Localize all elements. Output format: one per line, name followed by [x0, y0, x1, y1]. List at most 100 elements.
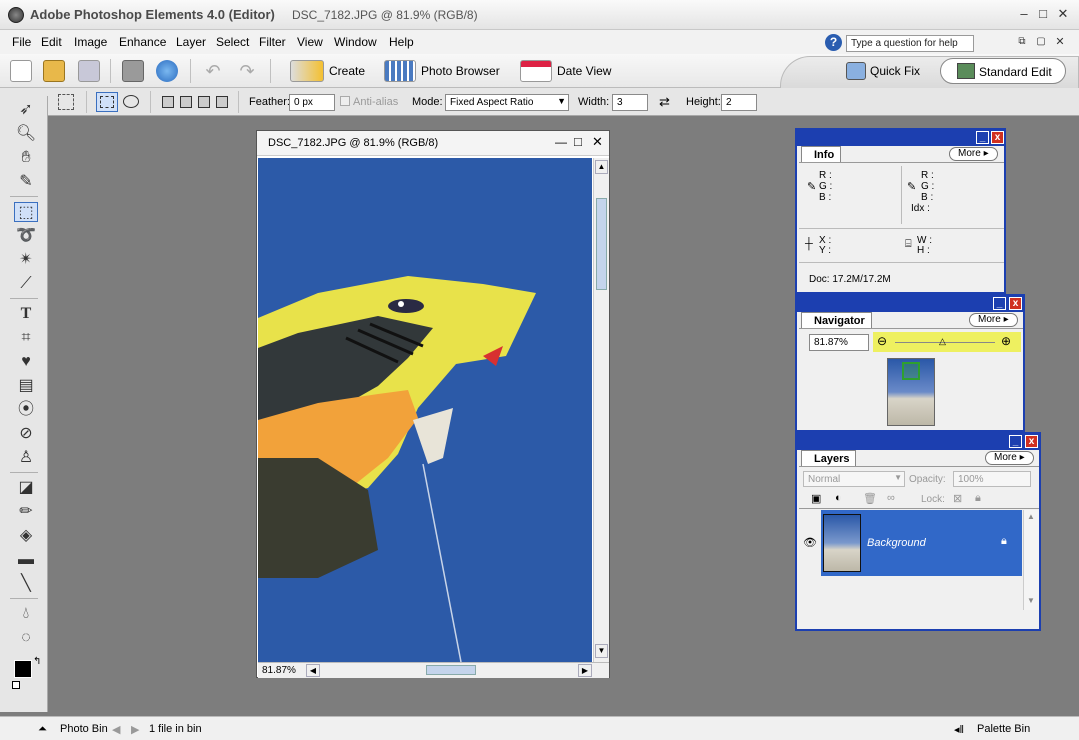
new-selection-icon[interactable] [162, 96, 174, 108]
subtract-selection-icon[interactable] [198, 96, 210, 108]
menu-window[interactable]: Window [334, 35, 377, 49]
panel-minimize-icon[interactable]: _ [976, 131, 989, 144]
standard-edit-tab[interactable]: Standard Edit [940, 58, 1066, 84]
intersect-selection-icon[interactable] [216, 96, 228, 108]
quick-fix-icon[interactable] [846, 62, 866, 80]
selection-brush-tool-icon[interactable]: ⟋ [14, 274, 38, 294]
help-search-input[interactable]: Type a question for help [846, 35, 974, 52]
menu-filter[interactable]: Filter [259, 35, 286, 49]
horizontal-scroll-thumb[interactable] [426, 665, 476, 675]
help-icon[interactable]: ? [825, 34, 842, 51]
zoom-readout[interactable]: 81.87% [262, 665, 296, 676]
lock-transparency-icon[interactable]: ⊠ [953, 492, 962, 505]
swap-colors-icon[interactable]: ↰ [33, 656, 41, 667]
trash-icon[interactable]: 🗑︎ [863, 492, 877, 505]
layers-more-button[interactable]: More ▸ [985, 451, 1034, 465]
navigator-more-button[interactable]: More ▸ [969, 313, 1018, 327]
foreground-color-swatch[interactable] [14, 660, 32, 678]
info-tab[interactable]: Info [801, 146, 842, 163]
image-canvas[interactable] [258, 158, 592, 662]
menu-help[interactable]: Help [389, 35, 414, 49]
default-colors-icon[interactable] [12, 681, 20, 689]
scroll-down-icon[interactable]: ▼ [595, 644, 608, 658]
swap-icon[interactable]: ⇄ [659, 94, 670, 110]
panel-close-icon[interactable]: x [1025, 435, 1038, 448]
eye-icon[interactable]: 👁︎ [803, 536, 817, 549]
red-eye-tool-icon[interactable]: ♥ [14, 352, 38, 372]
clone-stamp-tool-icon[interactable]: ♙ [14, 448, 38, 468]
doc-close-icon[interactable]: ✕ [1052, 34, 1068, 50]
panel-close-icon[interactable]: x [991, 131, 1004, 144]
open-folder-icon[interactable] [43, 60, 65, 82]
zoom-slider-thumb[interactable]: △ [939, 336, 946, 347]
palette-bin-toggle-icon[interactable]: ◂‖ [954, 723, 964, 736]
pencil-tool-icon[interactable]: ✏ [14, 502, 38, 522]
height-input[interactable]: 2 [721, 94, 757, 111]
line-tool-icon[interactable]: ╲ [14, 574, 38, 594]
blur-tool-icon[interactable]: 💧︎ [14, 604, 38, 624]
menu-enhance[interactable]: Enhance [119, 35, 166, 49]
panel-minimize-icon[interactable]: _ [993, 297, 1006, 310]
add-selection-icon[interactable] [180, 96, 192, 108]
cookie-cutter-tool-icon[interactable]: ▤ [14, 376, 38, 396]
gradient-tool-icon[interactable]: ▬ [14, 550, 38, 570]
info-more-button[interactable]: More ▸ [949, 147, 998, 161]
save-icon[interactable] [78, 60, 100, 82]
scroll-left-icon[interactable]: ◀ [306, 664, 320, 677]
redo-icon[interactable]: ↷ [236, 60, 258, 82]
menu-layer[interactable]: Layer [176, 35, 206, 49]
share-email-icon[interactable] [156, 60, 178, 82]
palette-bin-label[interactable]: Palette Bin [977, 723, 1030, 735]
bin-next-icon[interactable]: ▶ [131, 723, 139, 736]
date-view-icon[interactable] [520, 60, 552, 82]
doc-maximize-icon[interactable]: □ [574, 134, 582, 149]
lasso-tool-icon[interactable]: ➰ [14, 226, 38, 246]
magic-wand-tool-icon[interactable]: ✴ [14, 250, 38, 270]
scroll-down-icon[interactable]: ▼ [1027, 596, 1035, 605]
eraser-tool-icon[interactable]: ◪ [14, 478, 38, 498]
crop-tool-icon[interactable]: ⌗ [14, 328, 38, 348]
move-tool-icon[interactable]: ➶ [14, 100, 38, 120]
photo-browser-button[interactable]: Photo Browser [421, 64, 500, 78]
photo-bin-toggle-icon[interactable]: ⏶ [38, 723, 47, 736]
rect-marquee-tool-icon[interactable]: ⬚ [14, 202, 38, 222]
straighten-tool-icon[interactable]: ⦿ [14, 400, 38, 420]
panel-close-icon[interactable]: x [1009, 297, 1022, 310]
doc-restore-icon[interactable]: ⧉ [1014, 34, 1030, 50]
blend-mode-select[interactable]: Normal ▼ [803, 471, 905, 487]
vertical-scroll-thumb[interactable] [596, 198, 607, 290]
new-file-icon[interactable] [10, 60, 32, 82]
menu-view[interactable]: View [297, 35, 323, 49]
doc-close-icon[interactable]: ✕ [592, 134, 603, 150]
scroll-right-icon[interactable]: ▶ [578, 664, 592, 677]
width-input[interactable]: 3 [612, 94, 648, 111]
panel-minimize-icon[interactable]: _ [1009, 435, 1022, 448]
mode-select[interactable]: Fixed Aspect Ratio ▼ [445, 94, 569, 111]
scroll-up-icon[interactable]: ▲ [1027, 512, 1035, 521]
sponge-tool-icon[interactable]: ◌ [14, 628, 38, 648]
lock-all-icon[interactable]: 🔒︎ [975, 492, 981, 505]
navigator-thumbnail[interactable] [887, 358, 935, 426]
zoom-tool-icon[interactable]: 🔍︎ [14, 124, 38, 144]
layers-tab[interactable]: Layers [801, 450, 857, 467]
vertical-scrollbar[interactable]: ▲ ▼ [593, 158, 609, 662]
quick-fix-tab[interactable]: Quick Fix [870, 64, 920, 78]
navigator-zoom-input[interactable]: 81.87% [809, 334, 869, 351]
scroll-up-icon[interactable]: ▲ [595, 160, 608, 174]
date-view-button[interactable]: Date View [557, 64, 611, 78]
paint-bucket-tool-icon[interactable]: ◈ [14, 526, 38, 546]
navigator-view-box[interactable] [902, 362, 920, 380]
doc-minimize-icon[interactable]: — [555, 135, 567, 149]
close-icon[interactable]: ✕ [1055, 6, 1071, 22]
minimize-icon[interactable]: – [1016, 6, 1032, 22]
opacity-input[interactable]: 100% [953, 471, 1031, 487]
feather-input[interactable]: 0 px [289, 94, 335, 111]
zoom-in-icon[interactable]: ⊕ [1001, 334, 1011, 348]
type-tool-icon[interactable]: T [14, 304, 38, 324]
menu-edit[interactable]: Edit [41, 35, 62, 49]
photo-bin-label[interactable]: Photo Bin [60, 723, 108, 735]
hand-tool-icon[interactable]: ✋︎ [14, 148, 38, 168]
create-button[interactable]: Create [329, 64, 365, 78]
bin-prev-icon[interactable]: ◀ [112, 723, 120, 736]
menu-file[interactable]: File [12, 35, 31, 49]
